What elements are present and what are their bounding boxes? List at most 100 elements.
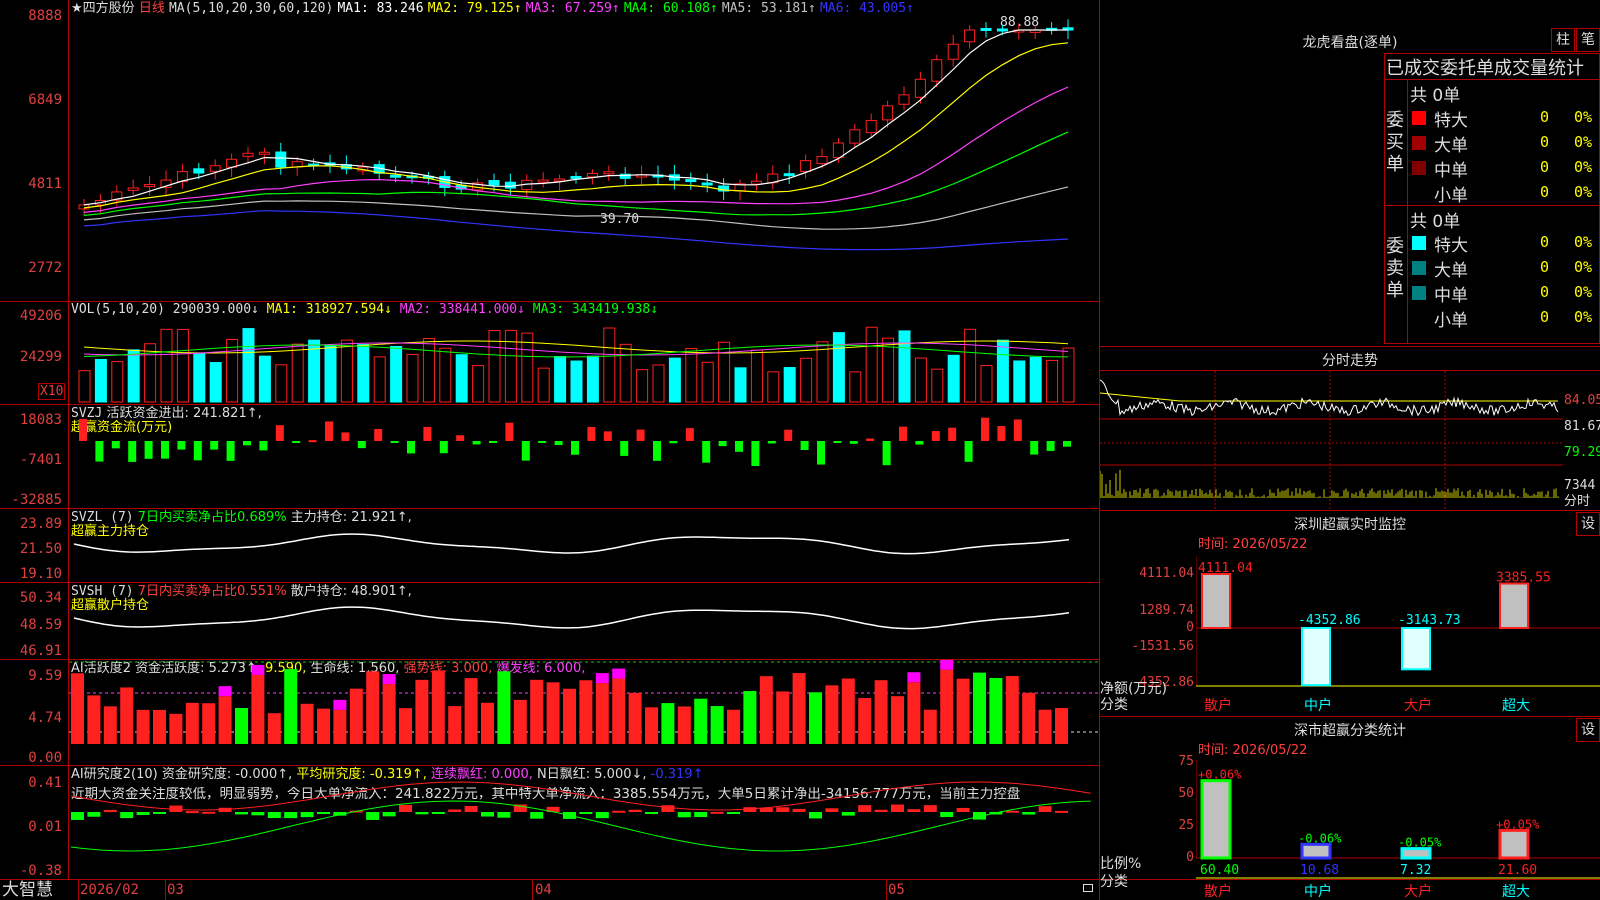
- volume-bar: [291, 343, 304, 403]
- svzj-bar: [341, 432, 350, 441]
- stats-change-label: -0.05%: [1398, 836, 1442, 850]
- volume-bar: [373, 356, 386, 403]
- sell-row-swatch-0: [1412, 236, 1426, 250]
- volume-bar: [472, 365, 485, 403]
- research-line: [70, 781, 1091, 811]
- volume-bar: [357, 344, 370, 403]
- monitor-category-label: 中户: [1304, 697, 1332, 714]
- sell-row-swatch-1: [1412, 261, 1426, 275]
- activity-bar: [235, 707, 248, 744]
- volume-bar: [1029, 356, 1042, 403]
- svzl-chart[interactable]: [69, 509, 1099, 582]
- activity-bar: [300, 703, 314, 744]
- activity-bar: [956, 678, 970, 744]
- candle-body: [931, 59, 943, 82]
- research-bar: [136, 812, 150, 816]
- volume-bar: [521, 332, 534, 403]
- candle-body: [127, 187, 139, 191]
- volume-bar: [996, 339, 1009, 403]
- volume-bar: [586, 355, 599, 403]
- candle-body: [980, 28, 992, 32]
- dragon-tabs[interactable]: 已成交委托单成交量统计: [1386, 54, 1584, 80]
- candle-body: [701, 182, 713, 186]
- main-y-label-2: 6849: [28, 92, 62, 108]
- svzj-bar: [456, 435, 465, 441]
- main-chart-area[interactable]: ★四方股份 日线 MA(5,10,20,30,60,120) MA1: 83.2…: [0, 0, 1600, 900]
- volume-bar: [1062, 347, 1075, 403]
- candle-body: [832, 142, 844, 159]
- volume-bar: [767, 371, 780, 403]
- activity-bar: [1038, 709, 1052, 744]
- activity-bar: [284, 669, 298, 744]
- activity-bar: [579, 680, 593, 744]
- buy-row-label-0: 特大: [1434, 111, 1468, 131]
- stats-bar: [1400, 847, 1432, 860]
- intraday-title: 分时走势: [1322, 353, 1378, 369]
- lock-icon[interactable]: [1083, 884, 1093, 892]
- candle-body: [603, 171, 615, 175]
- svzj-bar: [915, 441, 924, 445]
- dragon-tiger-title: 龙虎看盘(逐单): [1302, 35, 1398, 51]
- monitor-bar-chart[interactable]: 4111.04 散户 -4352.86 中户 -3143.73 大户 3385.55 超大: [1196, 556, 1600, 716]
- intraday-chart[interactable]: [1100, 371, 1563, 511]
- svzj-bar: [997, 426, 1006, 441]
- stats-bar: [1498, 828, 1530, 860]
- stats-bar-chart[interactable]: +0.06% 60.40 散户 -0.06% 10.68 中户 -0.05% 7.32 大户 +0…: [1196, 760, 1600, 900]
- activity-burst-bar: [382, 674, 396, 685]
- svzj-chart[interactable]: [69, 405, 1099, 508]
- buy-row-swatch-2: [1412, 161, 1426, 175]
- candle-body: [258, 151, 270, 155]
- activity-bar: [382, 684, 396, 744]
- volume-bar: [701, 361, 714, 403]
- date-axis-label-3: 04: [535, 882, 552, 898]
- volume-bar: [980, 365, 993, 403]
- svzj-bar: [718, 441, 727, 447]
- activity-bar: [759, 676, 773, 744]
- volume-bar: [931, 368, 944, 403]
- stats-settings-button[interactable]: 设: [1576, 718, 1600, 742]
- svsh-chart[interactable]: [69, 583, 1099, 659]
- volume-bar: [406, 353, 419, 403]
- svzj-bar: [111, 441, 120, 449]
- research-bar: [907, 809, 921, 812]
- candlestick-chart[interactable]: [69, 0, 1099, 300]
- svzj-bar: [702, 441, 711, 463]
- bar-view-button[interactable]: 柱: [1551, 28, 1575, 52]
- svzj-bar: [882, 441, 891, 466]
- ai-research-chart[interactable]: [69, 766, 1099, 879]
- research-bar: [120, 812, 134, 819]
- volume-bar: [865, 326, 878, 403]
- activity-bar: [185, 702, 199, 744]
- ai-activity-chart[interactable]: [69, 660, 1099, 765]
- tick-view-button[interactable]: 笔: [1576, 28, 1600, 52]
- sell-total: 共 0单: [1410, 212, 1461, 232]
- candle-body: [865, 120, 877, 134]
- svzj-bar: [866, 438, 875, 441]
- stats-y-4: 0: [1186, 850, 1194, 865]
- candle-body: [849, 129, 861, 144]
- svzj-bar: [636, 429, 645, 441]
- svzj-bar: [144, 441, 153, 459]
- vol-unit-label: X10: [38, 383, 66, 400]
- volume-bar: [734, 367, 747, 403]
- research-bar: [366, 812, 380, 820]
- volume-bar: [176, 328, 189, 403]
- monitor-settings-button[interactable]: 设: [1576, 512, 1600, 536]
- svzj-bar: [193, 441, 202, 461]
- svzj-bar: [981, 417, 989, 441]
- stats-value-label: 21.60: [1498, 863, 1537, 878]
- buy-row-count-3: 0: [1540, 183, 1550, 201]
- volume-chart[interactable]: [69, 302, 1099, 404]
- svzj-bar: [735, 441, 743, 452]
- research-bar: [1022, 812, 1036, 815]
- ai1-y-label-3: 0.00: [28, 750, 62, 766]
- svzj-bar: [128, 441, 137, 462]
- sell-row-count-1: 0: [1540, 258, 1550, 276]
- candle-body: [882, 105, 894, 121]
- monitor-title: 深圳超赢实时监控: [1294, 517, 1406, 533]
- activity-bar: [727, 709, 740, 744]
- sell-row-count-0: 0: [1540, 233, 1550, 251]
- research-bar: [727, 812, 740, 814]
- monitor-bar: [1401, 627, 1431, 671]
- svzj-bar: [489, 441, 497, 443]
